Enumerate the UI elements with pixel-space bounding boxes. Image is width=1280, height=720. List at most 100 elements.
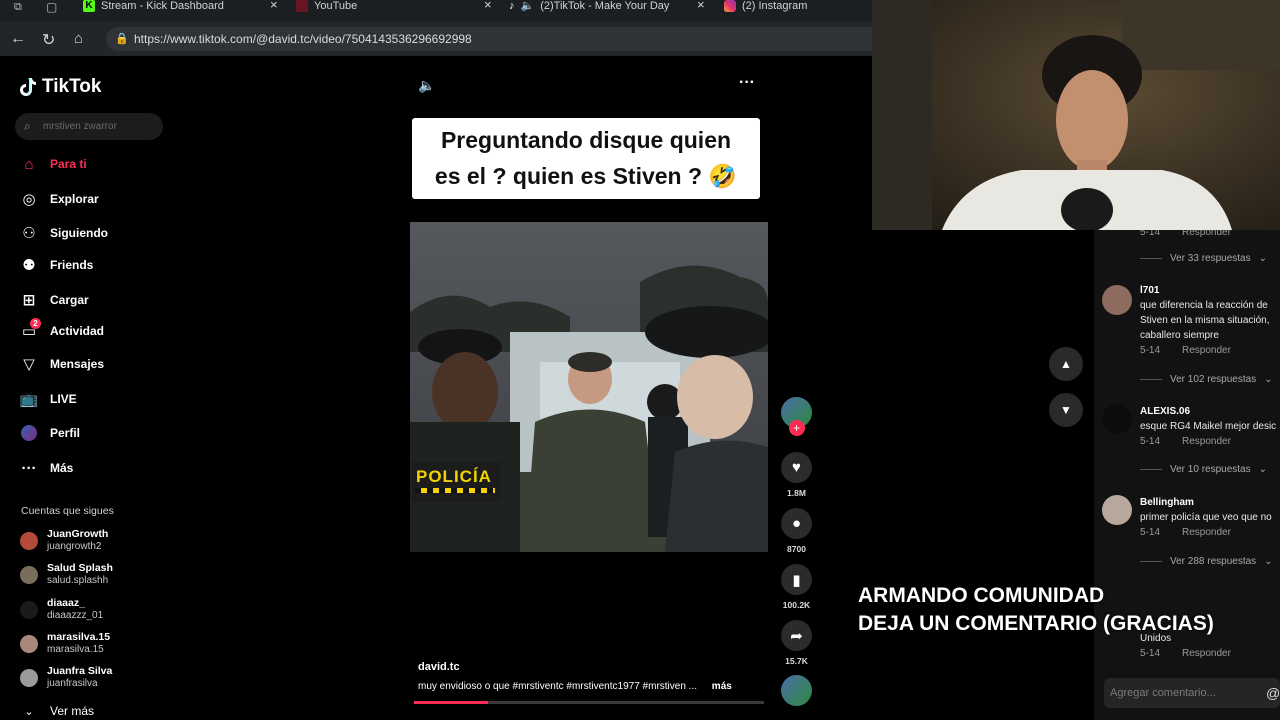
avatar[interactable] bbox=[1102, 285, 1132, 315]
tiktok-icon: ♪ bbox=[509, 0, 515, 12]
like-button[interactable]: ♥ 1.8M bbox=[781, 452, 812, 498]
tab-label: Stream - Kick Dashboard bbox=[101, 0, 224, 12]
comment-button[interactable]: ● 8700 bbox=[781, 508, 812, 554]
previous-video-button[interactable]: ▲ bbox=[1049, 347, 1083, 381]
follow-plus-icon[interactable]: + bbox=[788, 420, 805, 436]
activity-badge: 2 bbox=[30, 318, 41, 329]
close-tab-icon[interactable]: × bbox=[484, 0, 492, 11]
activity-icon: ▭ 2 bbox=[20, 318, 41, 340]
sidebar-item-label: Perfil bbox=[50, 426, 81, 440]
close-tab-icon[interactable]: × bbox=[697, 0, 705, 11]
comment-author[interactable]: l701 bbox=[1140, 284, 1270, 298]
close-tab-icon[interactable]: × bbox=[270, 0, 278, 11]
followed-account[interactable]: JuanGrowth juangrowth2 bbox=[20, 528, 108, 553]
tab-kick[interactable]: K Stream - Kick Dashboard × bbox=[83, 0, 288, 20]
video-author[interactable]: david.tc bbox=[418, 661, 460, 673]
comment-count: 8700 bbox=[787, 544, 806, 554]
sidebar-item-mas[interactable]: ··· Más bbox=[20, 459, 74, 477]
next-video-button[interactable]: ▼ bbox=[1049, 393, 1083, 427]
avatar[interactable] bbox=[1102, 404, 1132, 434]
sound-disc[interactable] bbox=[781, 675, 812, 706]
music-disc-icon bbox=[781, 675, 812, 706]
browser-tab-bar: ⧉ ▢ K Stream - Kick Dashboard × YouTube … bbox=[0, 0, 872, 22]
video-description: muy envidioso o que #mrstiventc #mrstive… bbox=[418, 681, 732, 692]
lock-icon: 🔒 bbox=[115, 33, 129, 45]
followed-account[interactable]: Juanfra Silva juanfrasilva bbox=[20, 665, 112, 690]
reply-button[interactable]: Responder bbox=[1182, 230, 1231, 238]
sidebar-item-siguiendo[interactable]: ⚇ Siguiendo bbox=[20, 224, 108, 242]
volume-icon[interactable]: 🔈 bbox=[418, 77, 435, 94]
avatar[interactable] bbox=[1102, 495, 1132, 525]
reload-icon[interactable]: ↻ bbox=[42, 30, 55, 50]
comment-author[interactable]: Bellingham bbox=[1140, 496, 1272, 510]
account-handle: juanfrasilva bbox=[47, 678, 98, 689]
more-options-icon[interactable]: ··· bbox=[739, 74, 755, 92]
workspaces-icon[interactable]: ⧉ bbox=[14, 1, 22, 14]
comment-date: 5-14 bbox=[1140, 436, 1161, 447]
share-button[interactable]: ➦ 15.7K bbox=[781, 620, 812, 666]
comments-panel: 5-14 Responder Ver 33 respuestas ⌄ l701 qu… bbox=[1094, 230, 1280, 720]
tab-actions-icon[interactable]: ▢ bbox=[46, 0, 57, 14]
sidebar-item-label: Siguiendo bbox=[50, 226, 108, 240]
save-count: 100.2K bbox=[782, 600, 811, 610]
mention-icon[interactable]: @ bbox=[1266, 678, 1280, 708]
sidebar-item-live[interactable]: 📺 LIVE bbox=[20, 390, 77, 408]
see-more-label: Ver más bbox=[50, 704, 95, 718]
see-more-button[interactable]: ⌄ Ver más bbox=[20, 702, 94, 720]
view-replies-button[interactable]: Ver 33 respuestas ⌄ bbox=[1140, 253, 1267, 264]
view-replies-button[interactable]: Ver 102 respuestas ⌄ bbox=[1140, 374, 1273, 385]
add-comment-placeholder: Agregar comentario... bbox=[1110, 687, 1216, 699]
sidebar-item-friends[interactable]: ⚉ Friends bbox=[20, 256, 93, 274]
reply-button[interactable]: Responder bbox=[1182, 345, 1231, 356]
tiktok-logo[interactable]: TikTok bbox=[20, 76, 101, 98]
live-icon: 📺 bbox=[19, 391, 39, 408]
sidebar-item-label: Actividad bbox=[50, 324, 105, 338]
bookmark-icon: ▮ bbox=[781, 564, 812, 595]
view-replies-button[interactable]: Ver 288 respuestas ⌄ bbox=[1140, 556, 1273, 567]
video-progress-track[interactable] bbox=[414, 701, 764, 704]
author-avatar[interactable]: + bbox=[781, 397, 812, 436]
messages-icon: ▽ bbox=[23, 356, 35, 373]
instagram-icon bbox=[724, 0, 736, 12]
sidebar-item-cargar[interactable]: ⊞ Cargar bbox=[20, 291, 89, 309]
view-replies-button[interactable]: Ver 10 respuestas ⌄ bbox=[1140, 464, 1267, 475]
sidebar-item-perfil[interactable]: Perfil bbox=[20, 424, 80, 442]
reply-button[interactable]: Responder bbox=[1182, 527, 1231, 538]
home-browser-icon[interactable]: ⌂ bbox=[74, 30, 83, 47]
comment-text: esque RG4 Maikel mejor desic bbox=[1140, 421, 1277, 432]
view-replies-label: Ver 288 respuestas bbox=[1170, 556, 1257, 567]
speaker-icon[interactable]: 🔈 bbox=[521, 0, 535, 12]
friends-icon: ⚉ bbox=[22, 257, 36, 274]
back-icon[interactable]: ← bbox=[10, 30, 26, 48]
home-icon: ⌂ bbox=[24, 155, 34, 173]
comment-author[interactable]: ALEXIS.06 bbox=[1140, 405, 1276, 419]
url-field[interactable]: 🔒 https://www.tiktok.com/@david.tc/video… bbox=[106, 27, 872, 51]
like-count: 1.8M bbox=[787, 488, 806, 498]
more-icon: ··· bbox=[21, 459, 37, 477]
sidebar-item-actividad[interactable]: ▭ 2 Actividad bbox=[20, 318, 105, 340]
tab-tiktok[interactable]: ♪ 🔈 (2)TikTok - Make Your Day × bbox=[509, 0, 714, 20]
followed-account[interactable]: marasilva.15 marasilva.15 bbox=[20, 631, 110, 656]
avatar bbox=[20, 565, 38, 584]
account-handle: salud.splashh bbox=[47, 575, 109, 586]
video-frame[interactable]: POLICÍA bbox=[410, 222, 768, 552]
reply-button[interactable]: Responder bbox=[1182, 436, 1231, 447]
sidebar-item-explorar[interactable]: ◎ Explorar bbox=[20, 190, 98, 208]
reply-button[interactable]: Responder bbox=[1182, 648, 1231, 659]
followed-account[interactable]: diaaaz_ diaaazzz_01 bbox=[20, 597, 103, 622]
sidebar-item-mensajes[interactable]: ▽ Mensajes bbox=[20, 355, 104, 373]
more-link[interactable]: más bbox=[712, 681, 732, 692]
tab-youtube[interactable]: YouTube × bbox=[296, 0, 498, 20]
sidebar-item-para-ti[interactable]: ⌂ Para ti bbox=[20, 155, 86, 173]
save-button[interactable]: ▮ 100.2K bbox=[781, 564, 812, 610]
tab-instagram[interactable]: (2) Instagram bbox=[724, 0, 872, 20]
overlay-line-1: ARMANDO COMUNIDAD bbox=[858, 584, 1105, 607]
account-handle: marasilva.15 bbox=[47, 644, 104, 655]
chevron-down-icon: ⌄ bbox=[1264, 374, 1273, 385]
followed-account[interactable]: Salud Splash salud.splashh bbox=[20, 562, 113, 587]
add-comment-input[interactable]: Agregar comentario... @ bbox=[1104, 678, 1280, 708]
share-count: 15.7K bbox=[785, 656, 808, 666]
webcam-image bbox=[872, 0, 1280, 230]
comment-text: que diferencia la reacción de bbox=[1140, 300, 1268, 311]
search-input[interactable]: ⌕ mrstiven zwarror bbox=[15, 113, 163, 140]
